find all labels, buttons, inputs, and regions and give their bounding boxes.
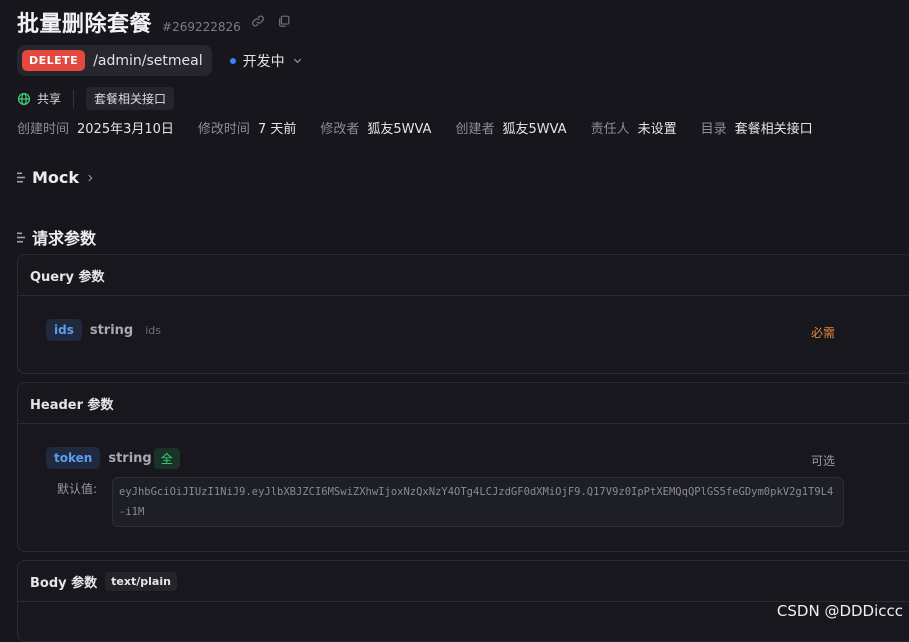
share-label: 共享 [37, 92, 62, 106]
meta-row: 创建时间 2025年3月10日 修改时间 7 天前 修改者 狐友5WVA 创建者… [17, 118, 813, 137]
page-title: 批量删除套餐 [17, 12, 153, 37]
title-row: 批量删除套餐 #269222826 [17, 6, 291, 38]
status-dot-icon [229, 57, 236, 64]
section-lines-icon [17, 232, 25, 242]
request-params-header: 请求参数 [17, 225, 96, 249]
api-id: #269222826 [162, 20, 241, 34]
header-param-row: token string 全 [46, 447, 180, 469]
default-value-box[interactable]: eyJhbGciOiJIUzI1NiJ9.eyJlbXBJZCI6MSwiZXh… [112, 477, 844, 527]
watermark: CSDN @DDDiccc [776, 602, 903, 620]
header-params-panel: Header 参数 token string 全 可选 默认值: eyJhbGc… [17, 382, 909, 552]
share-toggle[interactable]: 共享 [17, 90, 61, 107]
divider [73, 89, 75, 108]
folder-tag[interactable]: 套餐相关接口 [86, 87, 175, 110]
body-params-title: Body 参数 [30, 575, 98, 591]
meta-label: 创建者 [455, 122, 495, 137]
meta-label: 创建时间 [17, 122, 70, 137]
copy-icon[interactable] [277, 14, 291, 28]
meta-modified-time: 修改时间 7 天前 [198, 118, 296, 137]
section-lines-icon [17, 172, 25, 183]
meta-value: 未设置 [637, 122, 677, 137]
meta-directory[interactable]: 目录 套餐相关接口 [701, 118, 813, 137]
mock-title: Mock [32, 168, 80, 187]
default-value-label: 默认值: [57, 482, 98, 496]
endpoint-path: /admin/setmeal [93, 52, 203, 69]
param-type: string [108, 450, 152, 466]
meta-modifier: 修改者 狐友5WVA [320, 118, 431, 137]
chevron-down-icon [293, 58, 301, 64]
optional-label: 可选 [810, 454, 835, 468]
meta-label: 修改者 [320, 122, 360, 137]
chevron-right-icon [88, 174, 93, 181]
meta-value: 套餐相关接口 [734, 122, 813, 137]
method-row: DELETE /admin/setmeal 开发中 [17, 45, 309, 76]
meta-creator: 创建者 狐友5WVA [455, 118, 566, 137]
mock-section-header[interactable]: Mock [17, 168, 95, 187]
method-badge: DELETE [22, 50, 86, 71]
status-dropdown[interactable]: 开发中 [224, 51, 309, 71]
globe-icon [17, 92, 31, 105]
meta-owner[interactable]: 责任人 未设置 [591, 118, 677, 137]
request-params-title: 请求参数 [32, 229, 97, 248]
meta-value: 狐友5WVA [502, 122, 567, 137]
body-params-header: Body 参数 text/plain [18, 561, 909, 602]
query-param-row: ids string ids [46, 319, 161, 341]
required-label: 必需 [810, 326, 835, 340]
param-description: ids [145, 323, 162, 337]
meta-value: 狐友5WVA [367, 122, 432, 137]
param-name[interactable]: token [46, 447, 101, 469]
param-type: string [89, 322, 134, 338]
param-name[interactable]: ids [46, 319, 82, 341]
query-params-title: Query 参数 [18, 255, 909, 296]
header-params-title: Header 参数 [18, 383, 909, 424]
meta-label: 修改时间 [197, 122, 250, 137]
meta-value: 2025年3月10日 [77, 122, 174, 137]
title-actions [251, 14, 291, 28]
meta-value: 7 天前 [257, 122, 297, 137]
global-param-badge: 全 [153, 447, 180, 469]
meta-label: 责任人 [590, 122, 630, 137]
meta-label: 目录 [700, 122, 727, 137]
link-icon[interactable] [251, 14, 265, 28]
content-type-tag[interactable]: text/plain [105, 571, 177, 591]
body-params-panel: Body 参数 text/plain [17, 560, 909, 642]
query-params-panel: Query 参数 ids string ids 必需 [17, 254, 909, 374]
endpoint[interactable]: DELETE /admin/setmeal [17, 45, 212, 76]
status-label: 开发中 [242, 53, 285, 70]
share-row: 共享 套餐相关接口 [17, 87, 175, 110]
meta-created-time: 创建时间 2025年3月10日 [17, 118, 174, 137]
